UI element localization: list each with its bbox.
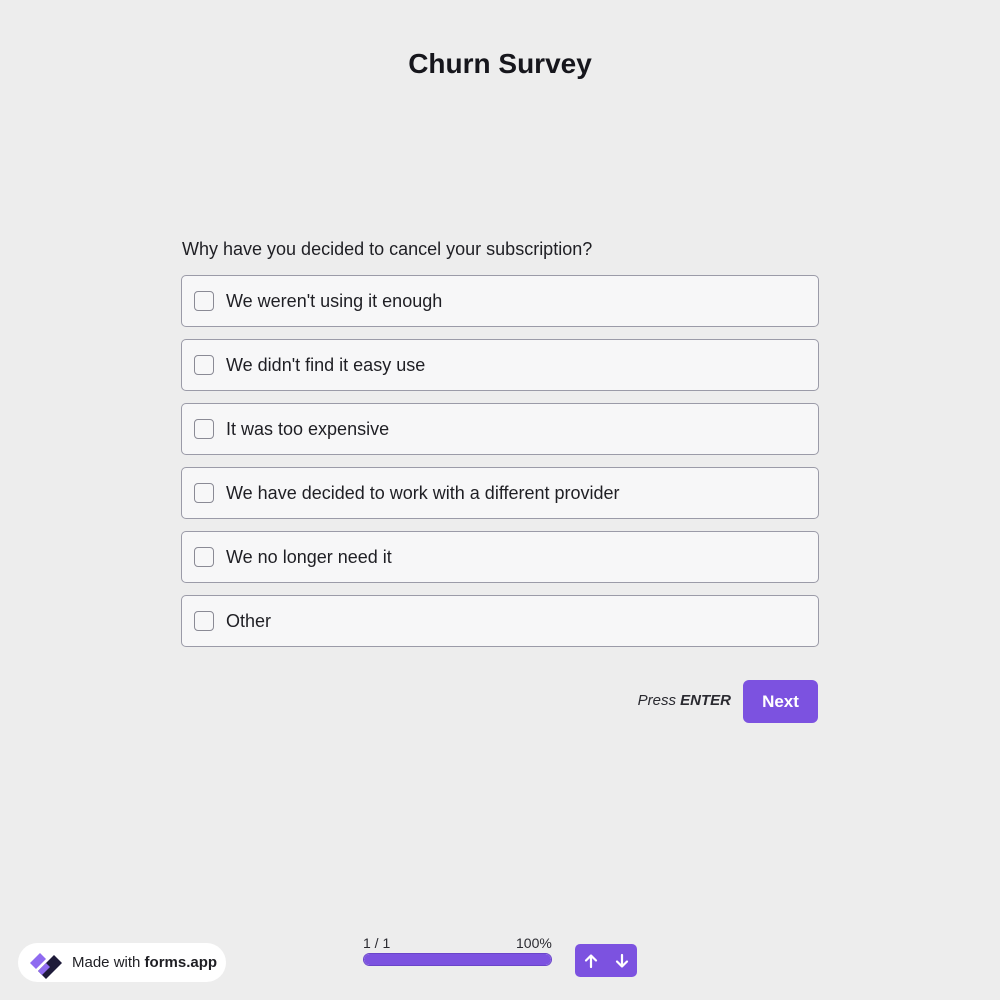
previous-question-button[interactable] — [575, 944, 606, 977]
option-label: We no longer need it — [226, 546, 392, 567]
press-enter-hint: Press ENTER — [638, 692, 731, 709]
question-text: Why have you decided to cancel your subs… — [182, 239, 593, 259]
checkbox[interactable] — [194, 483, 214, 503]
next-button[interactable]: Next — [743, 680, 818, 723]
progress-counter: 1 / 1 — [363, 935, 391, 951]
arrow-up-icon — [584, 953, 597, 968]
checkbox[interactable] — [194, 355, 214, 375]
badge-brand: forms.app — [144, 954, 218, 971]
option-no-longer-need[interactable]: We no longer need it — [181, 531, 819, 583]
option-label: We weren't using it enough — [226, 290, 443, 311]
option-different-provider[interactable]: We have decided to work with a different… — [181, 467, 819, 519]
checkbox[interactable] — [194, 419, 214, 439]
option-label: We have decided to work with a different… — [226, 482, 620, 503]
made-with-forms-app-badge[interactable]: Made with forms.app — [18, 943, 226, 982]
progress-percent: 100% — [516, 935, 552, 951]
option-label: It was too expensive — [226, 418, 390, 439]
answer-options: We weren't using it enough We didn't fin… — [181, 275, 819, 659]
option-not-easy-to-use[interactable]: We didn't find it easy use — [181, 339, 819, 391]
progress-bar-fill — [364, 954, 551, 965]
checkbox[interactable] — [194, 547, 214, 567]
option-too-expensive[interactable]: It was too expensive — [181, 403, 819, 455]
enter-key-label: ENTER — [680, 692, 731, 709]
option-label: We didn't find it easy use — [226, 354, 426, 375]
option-not-using-enough[interactable]: We weren't using it enough — [181, 275, 819, 327]
forms-app-logo-icon — [30, 952, 62, 979]
question-navigation — [575, 944, 637, 977]
checkbox[interactable] — [194, 291, 214, 311]
badge-text: Made with forms.app — [72, 954, 217, 971]
page-title: Churn Survey — [408, 48, 592, 79]
option-label: Other — [226, 610, 272, 631]
badge-prefix: Made with — [72, 954, 141, 971]
press-label: Press — [637, 692, 676, 709]
next-question-button[interactable] — [606, 944, 637, 977]
arrow-down-icon — [615, 953, 628, 968]
checkbox[interactable] — [194, 611, 214, 631]
option-other[interactable]: Other — [181, 595, 819, 647]
progress-bar — [363, 953, 552, 966]
